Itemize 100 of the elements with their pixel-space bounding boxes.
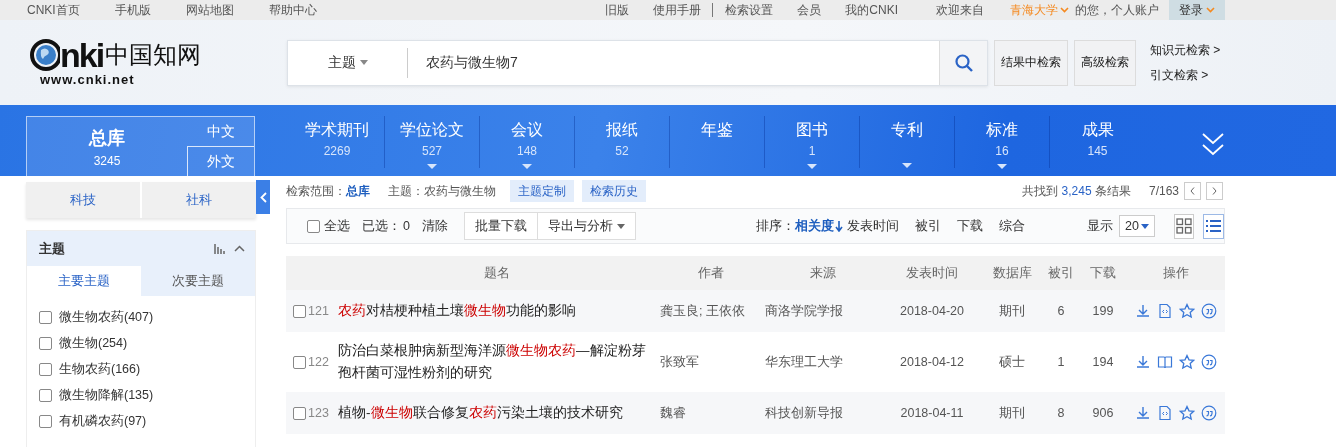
column-header: 作者 xyxy=(697,264,724,282)
search-box[interactable]: 主题 农药与微生物7 xyxy=(287,39,988,86)
bar-chart-icon[interactable] xyxy=(214,243,226,254)
checkbox[interactable] xyxy=(293,304,306,318)
database-tab[interactable]: 图书 1 xyxy=(765,116,860,168)
login-button[interactable]: 登录 xyxy=(1169,0,1225,20)
document-icon[interactable] xyxy=(1157,405,1173,421)
scope-button[interactable]: 检索历史 xyxy=(582,180,646,202)
batch-download-button[interactable]: 批量下载 xyxy=(463,212,538,240)
chevron-up-icon[interactable] xyxy=(234,245,245,252)
export-button[interactable]: 导出与分析 xyxy=(537,212,636,240)
checkbox[interactable] xyxy=(39,336,52,350)
table-cell[interactable]: 商洛学院学报 xyxy=(765,302,843,320)
facet-option[interactable]: 生物农药(166) xyxy=(59,360,141,378)
checkbox[interactable] xyxy=(293,355,306,369)
table-cell[interactable]: 华东理工大学 xyxy=(765,353,843,371)
column-header: 操作 xyxy=(1163,264,1189,282)
table-cell[interactable]: 张致军 xyxy=(660,353,699,371)
top-link[interactable]: 会员 xyxy=(797,1,822,19)
chevron-down-icon xyxy=(1060,7,1069,13)
category-tab[interactable]: 社科 xyxy=(142,182,256,218)
facet-option[interactable]: 微生物农药(407) xyxy=(59,308,154,326)
sort-option[interactable]: 相关度 xyxy=(794,217,843,235)
collapse-button[interactable] xyxy=(256,180,270,214)
library-name[interactable]: 总库 xyxy=(89,125,125,150)
clear-link[interactable]: 清除 xyxy=(421,217,448,235)
facet-option[interactable]: 微生物(254) xyxy=(59,334,128,352)
checkbox[interactable] xyxy=(39,362,52,376)
caret-icon xyxy=(997,164,1007,169)
search-button[interactable] xyxy=(939,40,987,85)
star-icon[interactable] xyxy=(1179,303,1195,319)
scope-button[interactable]: 主题定制 xyxy=(510,180,574,202)
logo[interactable]: nki中国知网 www.cnki.net xyxy=(30,38,287,87)
result-count: 共找到 3,245 条结果 xyxy=(1022,182,1131,200)
search-option-button[interactable]: 高级检索 xyxy=(1074,39,1136,86)
checkbox[interactable] xyxy=(293,406,306,420)
select-all-label[interactable]: 全选 xyxy=(324,217,350,235)
category-tab[interactable]: 科技 xyxy=(26,182,140,218)
database-tab[interactable]: 专利 xyxy=(860,116,955,168)
top-link[interactable]: 旧版 xyxy=(605,1,630,19)
top-link[interactable]: 手机版 xyxy=(114,1,151,19)
column-header: 来源 xyxy=(810,264,836,282)
facet-option[interactable]: 有机磷农药(97) xyxy=(59,412,147,430)
checkbox[interactable] xyxy=(39,414,52,428)
top-link[interactable]: 我的CNKI xyxy=(845,1,898,19)
facet-option[interactable]: 微生物降解(135) xyxy=(59,386,154,404)
table-cell: 硕士 xyxy=(999,353,1025,371)
article-title[interactable]: 植物-微生物联合修复农药污染土壤的技术研究 xyxy=(338,402,623,424)
top-link[interactable]: 帮助中心 xyxy=(268,1,317,19)
search-option-button[interactable]: 结果中检索 xyxy=(994,39,1068,86)
table-cell[interactable]: 龚玉良; 王依依 xyxy=(660,302,745,320)
row-number: 123 xyxy=(308,406,329,420)
article-title[interactable]: 防治白菜根肿病新型海洋源微生物农药—解淀粉芽孢杆菌可湿性粉剂的研究 xyxy=(338,340,650,384)
result-row[interactable]: 121 农药对桔梗种植土壤微生物功能的影响 龚玉良; 王依依 商洛学院学报 2018-04-20 期刊 6 199 xyxy=(286,290,1225,332)
database-tab[interactable]: 会议 148 xyxy=(480,116,575,168)
database-tab[interactable]: 学术期刊 2269 xyxy=(290,116,385,168)
sort-option[interactable]: 综合 xyxy=(998,217,1025,235)
quote-icon[interactable] xyxy=(1201,354,1217,370)
database-tab[interactable]: 标准 16 xyxy=(955,116,1050,168)
result-row[interactable]: 123 植物-微生物联合修复农药污染土壤的技术研究 魏睿 科技创新导报 2018-04-11 期刊 8 906 xyxy=(286,392,1225,434)
chevron-down-icon xyxy=(1206,7,1215,13)
download-icon[interactable] xyxy=(1135,405,1151,421)
table-cell: 2018-04-20 xyxy=(900,304,964,318)
expand-icon[interactable] xyxy=(1201,132,1225,158)
query-text: 主题：农药与微生物 xyxy=(388,182,496,200)
table-cell[interactable]: 科技创新导报 xyxy=(765,404,843,422)
database-tab[interactable]: 年鉴 xyxy=(670,116,765,168)
article-title[interactable]: 农药对桔梗种植土壤微生物功能的影响 xyxy=(338,300,576,322)
star-icon[interactable] xyxy=(1179,405,1195,421)
top-link[interactable]: CNKI首页 xyxy=(27,1,80,19)
top-link[interactable]: 网站地图 xyxy=(185,1,234,19)
table-cell[interactable]: 魏睿 xyxy=(660,404,686,422)
grid-view-button[interactable] xyxy=(1173,213,1195,239)
quote-icon[interactable] xyxy=(1201,303,1217,319)
sort-option[interactable]: 被引 xyxy=(914,217,941,235)
database-tab[interactable]: 报纸 52 xyxy=(575,116,670,168)
checkbox[interactable] xyxy=(39,388,52,402)
top-link[interactable]: 使用手册 xyxy=(653,1,702,19)
star-icon[interactable] xyxy=(1179,354,1195,370)
search-mode-link[interactable]: 知识元检索 > xyxy=(1150,41,1221,59)
page-size-select[interactable]: 20 xyxy=(1118,215,1155,237)
document-icon[interactable] xyxy=(1157,303,1173,319)
download-icon[interactable] xyxy=(1135,303,1151,319)
book-icon[interactable] xyxy=(1157,354,1173,370)
table-cell: 906 xyxy=(1092,406,1114,420)
table-cell: 8 xyxy=(1057,406,1065,420)
list-view-button[interactable] xyxy=(1203,213,1224,239)
sort-option[interactable]: 发表时间 xyxy=(846,217,899,235)
caret-icon xyxy=(1140,223,1149,229)
checkbox[interactable] xyxy=(307,219,320,233)
search-mode-link[interactable]: 引文检索 > xyxy=(1150,66,1221,84)
column-header: 数据库 xyxy=(992,264,1032,282)
sort-option[interactable]: 下载 xyxy=(956,217,983,235)
database-tab[interactable]: 成果 145 xyxy=(1050,116,1145,168)
checkbox[interactable] xyxy=(39,310,52,324)
quote-icon[interactable] xyxy=(1201,405,1217,421)
top-link[interactable]: 检索设置 xyxy=(725,1,774,19)
facet-tab[interactable]: 次要主题 xyxy=(141,266,255,296)
database-tab[interactable]: 学位论文 527 xyxy=(385,116,480,168)
download-icon[interactable] xyxy=(1135,354,1151,370)
